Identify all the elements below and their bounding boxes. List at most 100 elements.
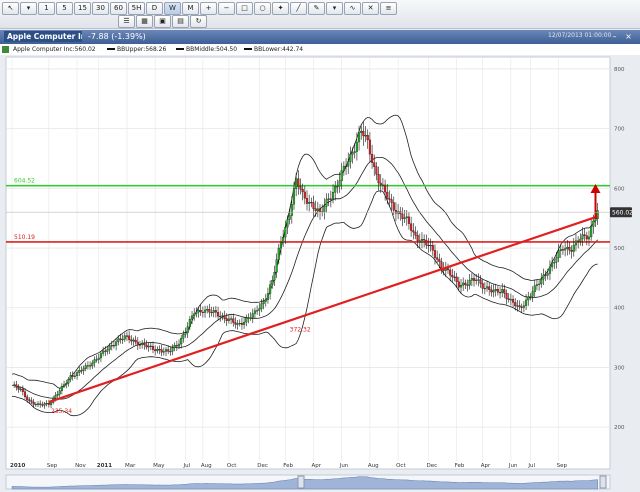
- candle-body: [136, 341, 139, 346]
- candle-body: [364, 135, 367, 137]
- candle-body: [331, 192, 335, 200]
- y-tick-label: 700: [614, 127, 625, 133]
- legend-bb-upper: BBUpper:568.26: [117, 46, 167, 53]
- candle-body: [481, 283, 484, 289]
- candle-body: [141, 342, 144, 345]
- candle-body: [462, 282, 465, 286]
- y-tick-label: 500: [614, 246, 625, 252]
- pan-icon[interactable]: ✦: [272, 2, 289, 15]
- draw-menu-icon[interactable]: ▾: [326, 2, 343, 15]
- chart-title-bar: Apple Computer Inc (... -7.88 (-1.39%) 1…: [0, 30, 640, 44]
- candle-body: [323, 206, 326, 212]
- x-tick-label: Jun: [339, 463, 349, 469]
- settings-icon[interactable]: ≡: [380, 2, 397, 15]
- candle-body: [264, 299, 267, 302]
- zoom-fit-icon[interactable]: □: [236, 2, 253, 15]
- period-1-button[interactable]: 1: [38, 2, 55, 15]
- lock-icon[interactable]: ☰: [118, 15, 135, 28]
- candle-body: [230, 318, 233, 320]
- cursor-icon[interactable]: ↖: [2, 2, 19, 15]
- period-5h-button[interactable]: 5H: [128, 2, 145, 15]
- x-tick-label: Oct: [227, 463, 237, 469]
- navigator-handle-left[interactable]: [297, 475, 305, 489]
- candle-body: [115, 341, 118, 346]
- candle-body: [282, 237, 285, 243]
- zoom-in-icon[interactable]: +: [200, 2, 217, 15]
- candle-body: [340, 170, 343, 182]
- pencil-icon[interactable]: ✎: [308, 2, 325, 15]
- candle-body: [570, 250, 573, 252]
- candle-body: [592, 220, 595, 227]
- candle-body: [102, 350, 105, 354]
- delete-icon[interactable]: ✕: [362, 2, 379, 15]
- candle-body: [379, 182, 382, 186]
- candle-body: [446, 268, 450, 271]
- period-30-button[interactable]: 30: [92, 2, 109, 15]
- candle-body: [336, 186, 339, 188]
- candle-body: [334, 186, 337, 193]
- close-icon[interactable]: ×: [624, 32, 633, 41]
- candle-body: [516, 305, 519, 307]
- screenshot-icon[interactable]: ▣: [154, 15, 171, 28]
- candle-body: [431, 244, 434, 251]
- candle-body: [362, 130, 365, 137]
- candle-body: [360, 130, 363, 133]
- line-tool-icon[interactable]: ╱: [290, 2, 307, 15]
- candle-body: [499, 292, 502, 294]
- candle-body: [256, 310, 259, 312]
- price-chart[interactable]: 200 300 400 500 600 700 800 2010 Sep Nov 2011 Mar Ma…: [0, 55, 640, 492]
- navigator-handle-right[interactable]: [599, 475, 607, 489]
- candle-body: [507, 298, 510, 300]
- candle-body: [574, 240, 578, 246]
- candle-body: [197, 309, 200, 313]
- period-d-button[interactable]: D: [146, 2, 163, 15]
- refresh-icon[interactable]: ↻: [190, 15, 207, 28]
- candle-body: [512, 299, 515, 303]
- print-icon[interactable]: ▤: [172, 15, 189, 28]
- candle-body: [58, 390, 61, 395]
- legend-upper-swatch: [107, 48, 115, 50]
- candle-body: [208, 309, 211, 313]
- period-w-button[interactable]: W: [164, 2, 181, 15]
- symbol-selector[interactable]: Apple Computer Inc (...: [4, 31, 82, 42]
- period-5-button[interactable]: 5: [56, 2, 73, 15]
- candle-body: [15, 384, 18, 388]
- candle-body: [151, 346, 155, 350]
- candle-body: [182, 334, 185, 339]
- candle-body: [342, 165, 345, 171]
- candle-body: [290, 204, 293, 216]
- chart-datetime: 12/07/2013 01:00:00: [548, 32, 612, 39]
- candle-body: [503, 289, 506, 294]
- legend-bb-lower: BBLower:442.74: [254, 46, 304, 53]
- candle-body: [407, 216, 410, 224]
- zoom-reset-icon[interactable]: ○: [254, 2, 271, 15]
- candle-body: [13, 384, 16, 386]
- minimize-icon[interactable]: –: [610, 32, 619, 41]
- candle-body: [449, 269, 452, 276]
- candle-body: [80, 370, 83, 372]
- period-60-button[interactable]: 60: [110, 2, 127, 15]
- period-m-button[interactable]: M: [182, 2, 199, 15]
- indicator-icon[interactable]: ∿: [344, 2, 361, 15]
- period-15-button[interactable]: 15: [74, 2, 91, 15]
- candle-body: [30, 400, 33, 403]
- candle-body: [41, 404, 44, 406]
- candle-body: [277, 247, 280, 260]
- x-tick-label: Dec: [426, 463, 437, 469]
- zoom-out-icon[interactable]: −: [218, 2, 235, 15]
- candle-body: [371, 154, 374, 163]
- candle-body: [171, 347, 174, 352]
- candle-body: [210, 311, 213, 314]
- cursor-menu-icon[interactable]: ▾: [20, 2, 37, 15]
- candle-body: [373, 162, 376, 167]
- candle-body: [234, 322, 237, 325]
- candle-body: [173, 345, 176, 349]
- layout-icon[interactable]: ▦: [136, 15, 153, 28]
- candle-body: [386, 191, 389, 199]
- candle-body: [303, 191, 306, 199]
- candle-body: [494, 289, 497, 291]
- candle-body: [555, 257, 558, 263]
- candle-body: [310, 201, 313, 204]
- candle-body: [67, 379, 70, 384]
- candle-body: [199, 309, 202, 313]
